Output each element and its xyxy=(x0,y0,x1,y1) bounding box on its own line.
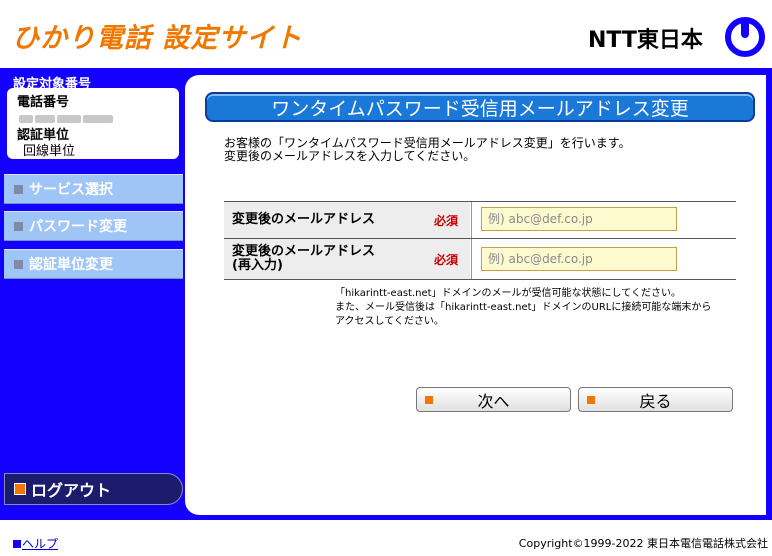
email-confirm-input[interactable] xyxy=(481,247,677,271)
form-row-email: 変更後のメールアドレス 必須 xyxy=(224,201,736,239)
ntt-logo-icon xyxy=(725,17,765,57)
sidebar-item-auth-unit-change[interactable]: 認証単位変更 xyxy=(4,249,183,279)
sidebar-item-label: サービス選択 xyxy=(29,182,113,198)
domain-note: 「hikarintt-east.net」ドメインのメールが受信可能な状態にしてく… xyxy=(335,287,711,329)
square-bullet-icon xyxy=(14,483,26,495)
required-mark: 必須 xyxy=(434,253,459,267)
sidebar-item-password-change[interactable]: パスワード変更 xyxy=(4,211,183,241)
form-row-email-confirm: 変更後のメールアドレス (再入力) 必須 xyxy=(224,239,736,280)
required-mark: 必須 xyxy=(434,214,459,228)
back-button[interactable]: 戻る xyxy=(578,387,733,412)
email-form: 変更後のメールアドレス 必須 変更後のメールアドレス (再入力) 必須 xyxy=(224,201,736,280)
square-bullet-icon xyxy=(425,395,433,404)
site-title: ひかり電話 設定サイト xyxy=(12,23,303,54)
email-confirm-label: 変更後のメールアドレス (再入力) xyxy=(232,245,375,273)
square-bullet-icon xyxy=(14,259,23,269)
ntt-logo-text: NTT東日本 xyxy=(588,28,703,53)
note-line: また、メール受信後は「hikarintt-east.net」ドメインのURLに接… xyxy=(335,302,712,313)
sidebar: 設定対象番号 電話番号 認証単位 回線単位 サービス選択 パスワード変更 認証単… xyxy=(0,68,185,520)
label-cell: 変更後のメールアドレス 必須 xyxy=(224,202,470,238)
sidebar-item-label: パスワード変更 xyxy=(29,219,127,235)
next-button-label: 次へ xyxy=(477,391,510,411)
main-panel: ワンタイムパスワード受信用メールアドレス変更 お客様の「ワンタイムパスワード受信… xyxy=(185,75,766,515)
intro-line: 変更後のメールアドレスを入力してください。 xyxy=(224,149,476,163)
input-cell xyxy=(471,202,736,238)
logout-label: ログアウト xyxy=(31,481,112,500)
square-bullet-icon xyxy=(13,540,21,548)
logout-button[interactable]: ログアウト xyxy=(4,473,183,505)
label-cell: 変更後のメールアドレス (再入力) 必須 xyxy=(224,239,470,279)
input-cell xyxy=(471,239,736,279)
square-bullet-icon xyxy=(587,395,595,404)
copyright: Copyright©1999-2022 東日本電信電話株式会社 xyxy=(518,537,768,550)
email-input[interactable] xyxy=(481,207,677,231)
auth-unit-value: 回線単位 xyxy=(23,144,76,159)
sidebar-item-service-select[interactable]: サービス選択 xyxy=(4,174,183,204)
note-line: 「hikarintt-east.net」ドメインのメールが受信可能な状態にしてく… xyxy=(335,288,681,299)
phone-number-value-redacted xyxy=(19,108,129,123)
email-confirm-label-line: (再入力) xyxy=(232,258,283,273)
email-label: 変更後のメールアドレス xyxy=(232,212,376,227)
sidebar-item-label: 認証単位変更 xyxy=(29,257,113,273)
square-bullet-icon xyxy=(14,221,23,231)
help-link-label: ヘルプ xyxy=(22,537,59,551)
help-link[interactable]: ヘルプ xyxy=(13,535,58,552)
note-line: アクセスしてください。 xyxy=(335,316,444,327)
page-title: ワンタイムパスワード受信用メールアドレス変更 xyxy=(205,92,755,122)
back-button-label: 戻る xyxy=(639,391,672,411)
intro-text: お客様の「ワンタイムパスワード受信用メールアドレス変更」を行います。 変更後のメ… xyxy=(224,137,631,163)
email-confirm-label-line: 変更後のメールアドレス xyxy=(232,244,376,259)
target-info-box: 電話番号 認証単位 回線単位 xyxy=(7,88,179,159)
header: ひかり電話 設定サイト NTT東日本 xyxy=(0,0,772,68)
next-button[interactable]: 次へ xyxy=(416,387,571,412)
square-bullet-icon xyxy=(14,184,23,194)
